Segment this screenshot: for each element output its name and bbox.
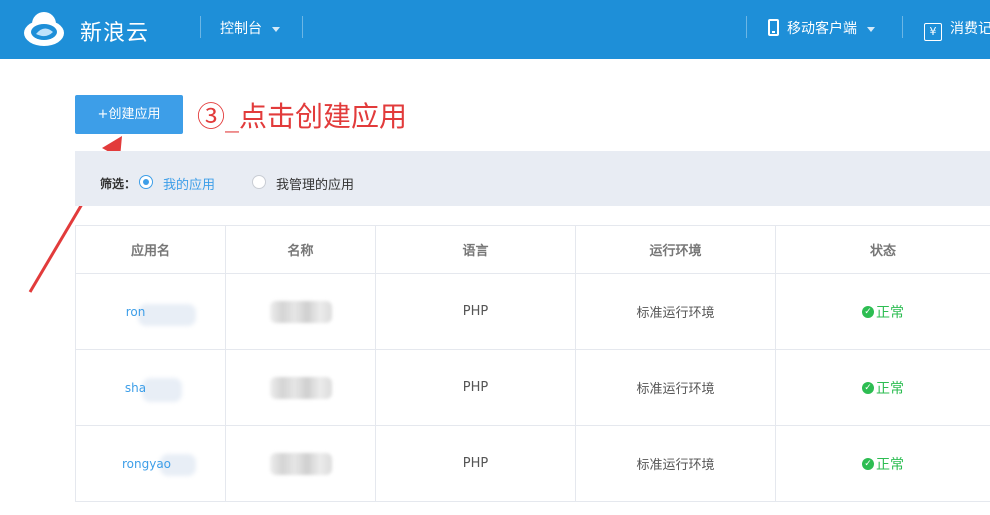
phone-icon [768, 19, 779, 36]
radio-managed-apps[interactable] [252, 175, 266, 189]
brand-name[interactable]: 新浪云 [80, 15, 149, 47]
billing-label: 消费记 [950, 21, 990, 37]
column-header-app: 应用名 [75, 226, 225, 273]
app-name-link[interactable]: rongyao [122, 457, 171, 471]
app-name-cell: sha [75, 350, 225, 425]
redacted-blur [142, 378, 182, 402]
radio-managed-apps-label[interactable]: 我管理的应用 [276, 174, 354, 193]
mobile-client-label: 移动客户端 [787, 21, 857, 37]
app-name-cell: ron [75, 274, 225, 349]
chevron-down-icon [867, 26, 875, 32]
status-text: 正常 [876, 304, 904, 321]
check-circle-icon: ✓ [862, 457, 874, 470]
top-navigation-bar: 新浪云 控制台 移动客户端 ¥ 消费记 [0, 0, 990, 59]
redacted-blur [138, 304, 196, 326]
apps-table: 应用名 名称 语言 运行环境 状态 ron PHP 标准运行环境 ✓ 正常 sha… [75, 225, 990, 502]
mobile-client-menu[interactable]: 移动客户端 [768, 18, 875, 38]
console-menu[interactable]: 控制台 [220, 18, 280, 38]
status-cell: ✓ 正常 [775, 350, 990, 425]
filter-label: 筛选： [100, 177, 137, 191]
divider [746, 16, 747, 38]
divider [200, 16, 201, 38]
environment-cell: 标准运行环境 [575, 274, 775, 349]
redacted-blur [269, 376, 332, 399]
redacted-blur [269, 300, 332, 323]
status-cell: ✓ 正常 [775, 426, 990, 501]
filter-bar: 筛选： 我的应用 我管理的应用 [75, 151, 990, 206]
status-badge: ✓ 正常 [862, 378, 904, 398]
name-cell [225, 274, 375, 349]
status-text: 正常 [876, 380, 904, 397]
column-header-language: 语言 [375, 226, 575, 273]
column-header-environment: 运行环境 [575, 226, 775, 273]
billing-menu[interactable]: ¥ 消费记 [924, 18, 990, 41]
language-cell: PHP [375, 350, 575, 425]
redacted-blur [269, 452, 332, 475]
radio-my-apps[interactable] [139, 175, 153, 189]
app-name-link[interactable]: sha [125, 381, 146, 395]
create-app-button[interactable]: +创建应用 [75, 95, 183, 134]
language-cell: PHP [375, 426, 575, 501]
app-name-cell: rongyao [75, 426, 225, 501]
table-header-row: 应用名 名称 语言 运行环境 状态 [75, 226, 990, 274]
radio-my-apps-label[interactable]: 我的应用 [163, 174, 215, 193]
yen-icon: ¥ [924, 23, 942, 41]
environment-cell: 标准运行环境 [575, 350, 775, 425]
status-text: 正常 [876, 456, 904, 473]
divider [902, 16, 903, 38]
name-cell [225, 350, 375, 425]
check-circle-icon: ✓ [862, 305, 874, 318]
status-badge: ✓ 正常 [862, 302, 904, 322]
chevron-down-icon [272, 26, 280, 32]
cloud-logo-icon[interactable] [22, 10, 66, 48]
status-badge: ✓ 正常 [862, 454, 904, 474]
divider [302, 16, 303, 38]
table-row: ron PHP 标准运行环境 ✓ 正常 [75, 274, 990, 350]
environment-cell: 标准运行环境 [575, 426, 775, 501]
status-cell: ✓ 正常 [775, 274, 990, 349]
language-cell: PHP [375, 274, 575, 349]
column-header-name: 名称 [225, 226, 375, 273]
console-label: 控制台 [220, 21, 262, 37]
table-row: sha PHP 标准运行环境 ✓ 正常 [75, 350, 990, 426]
annotation-text: ③_点击创建应用 [197, 100, 408, 133]
check-circle-icon: ✓ [862, 381, 874, 394]
column-header-status: 状态 [775, 226, 990, 273]
app-name-link[interactable]: ron [126, 305, 146, 319]
name-cell [225, 426, 375, 501]
table-row: rongyao PHP 标准运行环境 ✓ 正常 [75, 426, 990, 502]
